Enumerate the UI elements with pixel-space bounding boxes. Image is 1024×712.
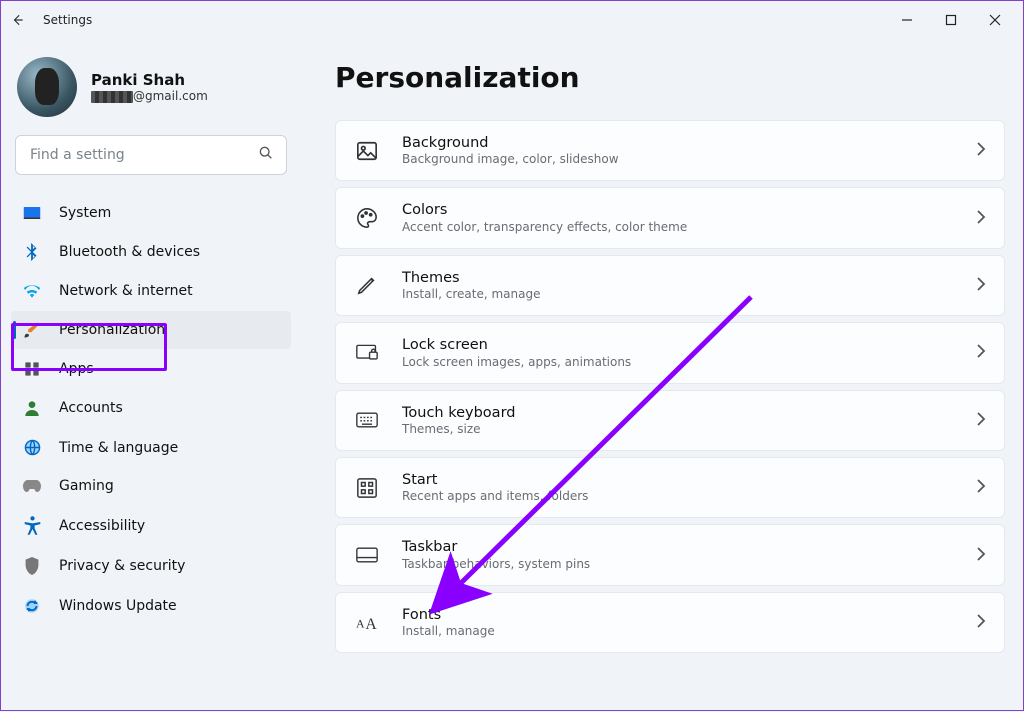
sidebar-item-label: Gaming [59,478,114,494]
card-sub: Install, create, manage [402,287,954,301]
start-icon [354,475,380,501]
card-sub: Themes, size [402,422,954,436]
search-box[interactable] [15,135,287,175]
sidebar-item-privacy[interactable]: Privacy & security [11,547,291,585]
sidebar-item-label: Accessibility [59,518,145,534]
card-title: Touch keyboard [402,405,954,422]
sidebar-item-update[interactable]: Windows Update [11,587,291,625]
sidebar-item-network[interactable]: Network & internet [11,273,291,309]
card-sub: Lock screen images, apps, animations [402,355,954,369]
sidebar-item-gaming[interactable]: Gaming [11,468,291,504]
sidebar-item-accounts[interactable]: Accounts [11,389,291,427]
search-input[interactable] [28,146,258,164]
chevron-right-icon [976,478,986,497]
back-button[interactable] [9,11,27,29]
chevron-right-icon [976,546,986,565]
card-title: Start [402,472,954,489]
card-title: Themes [402,270,954,287]
sidebar-item-bluetooth[interactable]: Bluetooth & devices [11,233,291,271]
card-title: Fonts [402,607,954,624]
apps-icon [23,361,41,377]
titlebar: Settings [1,1,1023,33]
sidebar-item-label: Accounts [59,400,123,416]
card-colors[interactable]: Colors Accent color, transparency effect… [335,187,1005,248]
update-icon [23,597,41,615]
card-title: Background [402,135,954,152]
main-content: Personalization Background Background im… [301,33,1023,710]
palette-icon [354,205,380,231]
page-title: Personalization [335,61,1005,94]
globe-icon [23,439,41,456]
sidebar-item-label: Network & internet [59,283,193,299]
card-background[interactable]: Background Background image, color, slid… [335,120,1005,181]
sidebar-nav: System Bluetooth & devices Network & int… [11,195,291,625]
sidebar-item-personalization[interactable]: Personalization [11,311,291,349]
fonts-icon: AA [354,609,380,635]
system-icon [23,206,41,220]
brush-icon [23,321,41,339]
accessibility-icon [23,516,41,535]
card-lockscreen[interactable]: Lock screen Lock screen images, apps, an… [335,322,1005,383]
pencil-icon [354,272,380,298]
card-sub: Install, manage [402,624,954,638]
bluetooth-icon [23,243,41,261]
sidebar-item-label: Time & language [59,440,178,456]
card-title: Colors [402,202,954,219]
sidebar-item-time[interactable]: Time & language [11,429,291,466]
sidebar-item-label: Privacy & security [59,558,185,574]
card-sub: Recent apps and items, folders [402,489,954,503]
shield-icon [23,557,41,575]
card-sub: Taskbar behaviors, system pins [402,557,954,571]
chevron-right-icon [976,209,986,228]
wifi-icon [23,284,41,298]
svg-text:A: A [365,616,377,633]
card-themes[interactable]: Themes Install, create, manage [335,255,1005,316]
chevron-right-icon [976,141,986,160]
sidebar-item-accessibility[interactable]: Accessibility [11,506,291,545]
sidebar-item-label: Personalization [59,322,165,338]
svg-text:A: A [356,618,365,631]
profile-email: @gmail.com [91,89,208,103]
sidebar-item-label: Windows Update [59,598,177,614]
sidebar-item-label: Apps [59,361,94,377]
search-icon [258,145,274,165]
card-title: Taskbar [402,539,954,556]
profile[interactable]: Panki Shah @gmail.com [11,53,291,135]
picture-icon [354,138,380,164]
card-start[interactable]: Start Recent apps and items, folders [335,457,1005,518]
sidebar-item-system[interactable]: System [11,195,291,231]
card-touchkeyboard[interactable]: Touch keyboard Themes, size [335,390,1005,451]
gamepad-icon [23,479,41,493]
profile-name: Panki Shah [91,71,208,89]
window-title: Settings [43,13,92,27]
close-button[interactable] [975,7,1015,33]
keyboard-icon [354,407,380,433]
chevron-right-icon [976,613,986,632]
lockscreen-icon [354,340,380,366]
sidebar-item-label: System [59,205,111,221]
card-title: Lock screen [402,337,954,354]
chevron-right-icon [976,411,986,430]
card-sub: Background image, color, slideshow [402,152,954,166]
avatar [17,57,77,117]
card-sub: Accent color, transparency effects, colo… [402,220,954,234]
card-fonts[interactable]: AA Fonts Install, manage [335,592,1005,653]
sidebar: Panki Shah @gmail.com System Bluetooth [1,33,301,710]
sidebar-item-label: Bluetooth & devices [59,244,200,260]
minimize-button[interactable] [887,7,927,33]
sidebar-item-apps[interactable]: Apps [11,351,291,387]
card-taskbar[interactable]: Taskbar Taskbar behaviors, system pins [335,524,1005,585]
maximize-button[interactable] [931,7,971,33]
person-icon [23,399,41,417]
chevron-right-icon [976,343,986,362]
chevron-right-icon [976,276,986,295]
taskbar-icon [354,542,380,568]
